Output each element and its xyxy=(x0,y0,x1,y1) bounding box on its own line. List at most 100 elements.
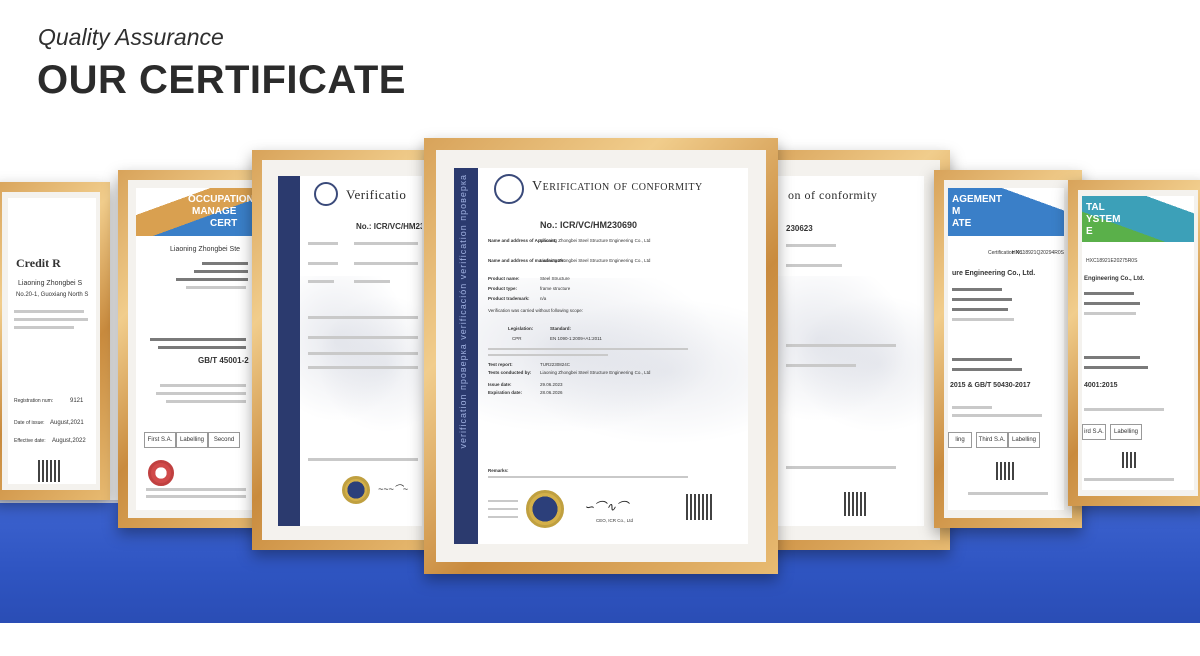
text-line xyxy=(1084,478,1174,481)
qms-banner-line3: E xyxy=(1086,226,1093,237)
ohs-cell-3: Second xyxy=(208,432,240,448)
text-line xyxy=(14,318,88,321)
text-line xyxy=(1084,356,1140,359)
credit-heading: Credit R xyxy=(16,256,61,270)
ohs-banner-line2: MANAGE xyxy=(192,206,237,217)
credit-issue-label: Date of issue: xyxy=(14,420,45,426)
credit-reg-no: 9121 xyxy=(70,398,84,404)
row-label-product-name: Product name: xyxy=(488,276,520,281)
env-standard: 2015 & GB/T 50430-2017 xyxy=(950,382,1031,389)
text-line xyxy=(488,354,608,356)
test-report-label: Test report: xyxy=(488,362,513,367)
certificate-frame-environmental: AGEMENT M ATE Certification No.: HXC1892… xyxy=(934,170,1082,528)
text-line xyxy=(786,466,896,469)
text-line xyxy=(146,488,246,491)
text-line xyxy=(952,288,1002,291)
qr-code xyxy=(1122,452,1138,468)
page-title: OUR CERTIFICATE xyxy=(37,58,406,102)
text-line xyxy=(952,358,1012,361)
text-line xyxy=(488,508,518,510)
text-line xyxy=(166,400,246,403)
env-cert-no: HXC18921Q20294R0S xyxy=(1012,250,1064,256)
text-line xyxy=(952,406,992,409)
legislation-label: Legislation: xyxy=(508,326,534,331)
qms-banner-line2: YSTEM xyxy=(1086,214,1121,225)
text-line xyxy=(308,366,418,369)
ohs-banner-line3: CERT xyxy=(210,218,238,229)
icr-logo-icon xyxy=(314,182,338,206)
qr-code xyxy=(38,460,60,482)
signature-mark: ~~~⌒~ xyxy=(378,484,409,494)
certificate-frame-ohs: OCCUPATIONAL MANAGE CERT Liaoning Zhongb… xyxy=(118,170,266,528)
certificate-frame-verification-left: Verificatio No.: ICR/VC/HM230 ~~~⌒~ xyxy=(252,150,438,550)
scope-text: Verification was carried without followi… xyxy=(488,308,584,313)
row-value-product-type: frame structure xyxy=(540,286,571,291)
qms-standard: 4001:2015 xyxy=(1084,382,1118,389)
text-line xyxy=(786,344,896,347)
text-line xyxy=(488,516,518,518)
sign-caption: CEO, ICR Co., Ltd xyxy=(596,518,634,523)
credit-company: Liaoning Zhongbei S xyxy=(18,280,83,287)
text-line xyxy=(14,310,84,313)
text-line xyxy=(968,492,1048,495)
section-eyebrow: Quality Assurance xyxy=(38,24,224,50)
credit-certificate: Credit R Liaoning Zhongbei S No.20-1, Gu… xyxy=(8,198,96,484)
ohs-standard: GB/T 45001-2 xyxy=(198,356,249,365)
test-report-value: TUR2230824C xyxy=(540,362,571,367)
expiration-label: Expiration date: xyxy=(488,390,523,395)
world-map-background xyxy=(300,276,422,436)
verification-stripe xyxy=(278,176,300,526)
text-line xyxy=(1084,312,1136,315)
legislation-value: CPR xyxy=(512,336,522,341)
text-line xyxy=(354,262,418,265)
standard-value: EN 1090-1:2009+A1:2011 xyxy=(550,336,602,341)
text-line xyxy=(354,280,390,283)
env-cell-2: Third S.A. xyxy=(976,432,1008,448)
row-label-trademark: Product trademark: xyxy=(488,296,530,301)
text-line xyxy=(156,392,246,395)
text-line xyxy=(952,318,1014,321)
environmental-certificate: AGEMENT M ATE Certification No.: HXC1892… xyxy=(948,188,1064,510)
qr-code xyxy=(844,492,868,516)
text-line xyxy=(952,308,1008,311)
verification-stripe: verification проверка verificación verif… xyxy=(454,168,478,544)
text-line xyxy=(786,264,842,267)
text-line xyxy=(1084,302,1140,305)
env-cell-3: Labelling xyxy=(1008,432,1040,448)
verification-main-number: No.: ICR/VC/HM230690 xyxy=(540,220,638,230)
row-value-manufacturer: Liaoning Zhongbei Steel Structure Engine… xyxy=(540,258,651,263)
env-company: ure Engineering Co., Ltd. xyxy=(952,270,1036,277)
text-line xyxy=(786,364,856,367)
standard-label: Standard: xyxy=(550,326,572,331)
verification-number: No.: ICR/VC/HM230 xyxy=(356,222,422,231)
certificate-frame-credit: Credit R Liaoning Zhongbei S No.20-1, Gu… xyxy=(0,182,110,500)
text-line xyxy=(160,384,246,387)
qms-cell-1: ird S.A. xyxy=(1082,424,1106,440)
credit-reg-label: Registration num: xyxy=(14,398,54,404)
ohs-cell-2: Labelling xyxy=(176,432,208,448)
text-line xyxy=(308,336,418,339)
verification-left-certificate: Verificatio No.: ICR/VC/HM230 ~~~⌒~ xyxy=(278,176,422,526)
remarks-label: Remarks: xyxy=(488,468,509,473)
issue-date-label: Issue date: xyxy=(488,382,512,387)
text-line xyxy=(952,298,1012,301)
certificate-frame-qms: TAL YSTEM E HXC18921E20275R0S Engineerin… xyxy=(1068,180,1200,506)
env-banner-line1: AGEMENT xyxy=(952,194,1002,205)
verification-main-heading: Verification of conformity xyxy=(532,179,703,194)
credit-effective-label: Effective date: xyxy=(14,438,46,444)
env-banner-line2: M xyxy=(952,206,961,217)
icr-logo-icon xyxy=(494,174,524,204)
verification-number: 230623 xyxy=(786,224,813,233)
ohs-banner-line1: OCCUPATIONAL xyxy=(188,194,252,205)
ohs-company: Liaoning Zhongbei Ste xyxy=(170,246,241,253)
verification-heading: Verificatio xyxy=(346,187,407,202)
verification-right-certificate: on of conformity 230623 xyxy=(772,176,924,526)
qms-banner-line1: TAL xyxy=(1086,202,1105,213)
text-line xyxy=(14,326,74,329)
text-line xyxy=(194,270,248,273)
credit-address: No.20-1, Guoxiang North S xyxy=(16,292,89,298)
text-line xyxy=(176,278,248,281)
text-line xyxy=(308,280,334,283)
text-line xyxy=(308,242,338,245)
certificate-frame-verification-main: verification проверка verificación verif… xyxy=(424,138,778,574)
